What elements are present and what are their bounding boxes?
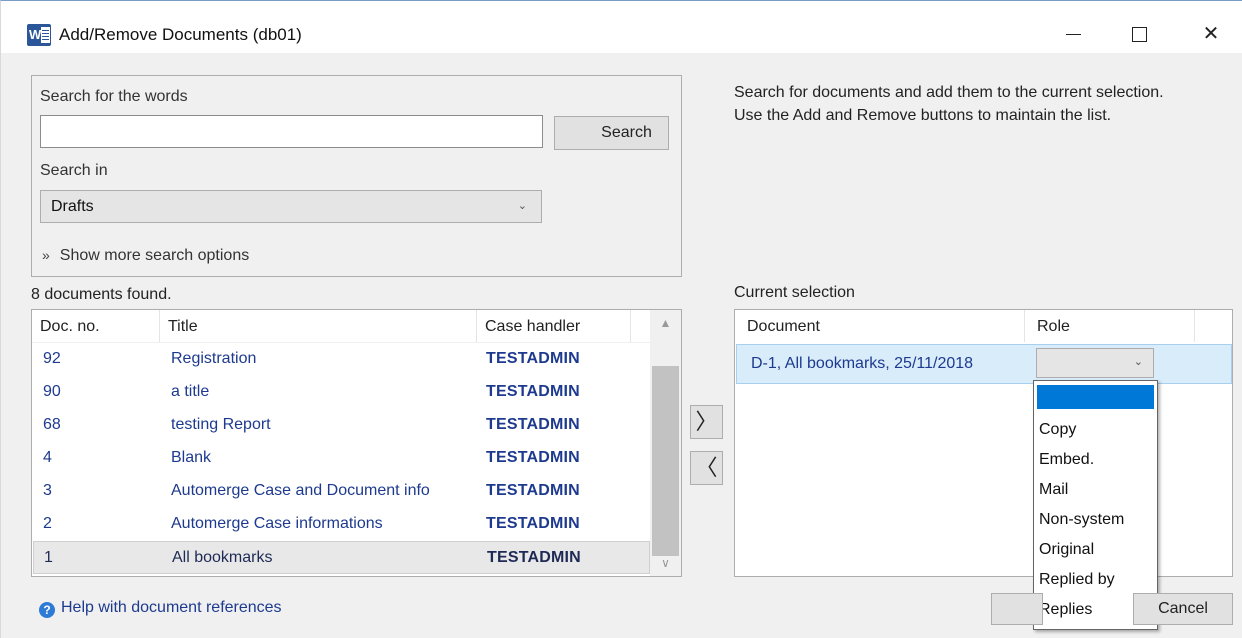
add-button[interactable]: 〉 xyxy=(690,405,723,439)
cancel-button[interactable]: Cancel xyxy=(1133,593,1233,625)
cell-title: Blank xyxy=(171,449,212,466)
search-panel: Search for the words Search Search in Dr… xyxy=(31,75,682,277)
current-selection-list[interactable]: Document Role D-1, All bookmarks, 25/11/… xyxy=(734,309,1233,577)
cell-doc-no: 1 xyxy=(44,549,53,566)
minimize-icon xyxy=(1065,34,1081,36)
search-words-label: Search for the words xyxy=(40,88,188,105)
remove-button[interactable]: 〈 xyxy=(690,451,723,485)
cell-case-handler: TESTADMIN xyxy=(486,515,580,532)
scrollbar-thumb[interactable] xyxy=(652,366,679,556)
instructions-text: Search for documents and add them to the… xyxy=(734,81,1164,127)
maximize-icon xyxy=(1131,27,1147,43)
role-option-non-system[interactable]: Non-system xyxy=(1037,505,1154,535)
cell-doc-no: 4 xyxy=(43,449,52,466)
cell-title: All bookmarks xyxy=(172,549,273,566)
cell-case-handler: TESTADMIN xyxy=(486,383,580,400)
cell-title: Registration xyxy=(171,350,257,367)
search-in-label: Search in xyxy=(40,162,108,179)
show-more-options-link[interactable]: » Show more search options xyxy=(42,247,249,265)
close-button[interactable]: ✕ xyxy=(1191,19,1231,49)
search-input[interactable] xyxy=(40,115,543,148)
instructions-line-2: Use the Add and Remove buttons to mainta… xyxy=(734,107,1112,124)
show-more-options-label: Show more search options xyxy=(59,247,250,264)
close-icon: ✕ xyxy=(1202,23,1220,45)
scroll-up-icon[interactable]: ▲ xyxy=(650,316,681,330)
help-icon: ? xyxy=(39,602,55,618)
window-title: Add/Remove Documents (db01) xyxy=(59,25,302,44)
role-option-replied-by[interactable]: Replied by xyxy=(1037,565,1154,595)
documents-list[interactable]: Doc. no. Title Case handler 92 Registrat… xyxy=(31,309,682,577)
search-in-select[interactable]: Drafts ⌄ xyxy=(40,190,542,223)
table-row[interactable]: 90 a title TESTADMIN xyxy=(33,376,650,409)
search-in-value: Drafts xyxy=(51,198,94,215)
column-header-case-handler[interactable]: Case handler xyxy=(477,310,631,342)
cell-title: testing Report xyxy=(171,416,271,433)
selection-row[interactable]: D-1, All bookmarks, 25/11/2018 ⌄ xyxy=(736,344,1232,384)
cell-case-handler: TESTADMIN xyxy=(486,416,580,433)
cell-title: Automerge Case informations xyxy=(171,515,383,532)
cell-case-handler: TESTADMIN xyxy=(486,482,580,499)
cell-title: a title xyxy=(171,383,210,400)
chevron-down-icon: ⌄ xyxy=(1133,356,1143,368)
cell-doc-no: 92 xyxy=(43,350,61,367)
table-row[interactable]: 92 Registration TESTADMIN xyxy=(33,343,650,376)
role-option-embed[interactable]: Embed. xyxy=(1037,445,1154,475)
role-option-blank[interactable] xyxy=(1037,385,1154,409)
cell-doc-no: 2 xyxy=(43,515,52,532)
table-row[interactable]: 2 Automerge Case informations TESTADMIN xyxy=(33,508,650,541)
table-row-selected[interactable]: 1 All bookmarks TESTADMIN xyxy=(33,541,650,574)
vertical-scrollbar[interactable]: ▲ ∨ xyxy=(650,310,681,576)
cell-doc-no: 90 xyxy=(43,383,61,400)
role-option-original[interactable]: Original xyxy=(1037,535,1154,565)
results-count: 8 documents found. xyxy=(31,286,172,303)
maximize-button[interactable] xyxy=(1119,19,1159,49)
instructions-line-1: Search for documents and add them to the… xyxy=(734,84,1164,101)
column-header-title[interactable]: Title xyxy=(160,310,477,342)
current-selection-label: Current selection xyxy=(734,284,855,301)
column-header-role[interactable]: Role xyxy=(1025,310,1195,342)
cell-case-handler: TESTADMIN xyxy=(486,449,580,466)
double-chevron-down-icon: » xyxy=(42,247,50,263)
column-header-document[interactable]: Document xyxy=(735,310,1025,342)
help-link[interactable]: ? Help with document references xyxy=(39,599,282,618)
title-bar: W Add/Remove Documents (db01) ✕ xyxy=(1,1,1242,53)
search-button[interactable]: Search xyxy=(554,116,669,150)
role-select[interactable]: ⌄ xyxy=(1036,348,1154,378)
cell-title: Automerge Case and Document info xyxy=(171,482,430,499)
selection-document-cell: D-1, All bookmarks, 25/11/2018 xyxy=(751,355,974,372)
cell-doc-no: 3 xyxy=(43,482,52,499)
table-row[interactable]: 4 Blank TESTADMIN xyxy=(33,442,650,475)
dialog-window: W Add/Remove Documents (db01) ✕ Search f… xyxy=(0,0,1242,638)
ok-button[interactable] xyxy=(991,593,1043,625)
help-link-label: Help with document references xyxy=(61,599,282,616)
cell-case-handler: TESTADMIN xyxy=(487,549,581,566)
role-option-mail[interactable]: Mail xyxy=(1037,475,1154,505)
table-row[interactable]: 68 testing Report TESTADMIN xyxy=(33,409,650,442)
role-option-copy[interactable]: Copy xyxy=(1037,415,1154,445)
table-row[interactable]: 3 Automerge Case and Document info TESTA… xyxy=(33,475,650,508)
minimize-button[interactable] xyxy=(1053,19,1093,49)
column-header-doc-no[interactable]: Doc. no. xyxy=(32,310,160,342)
cell-case-handler: TESTADMIN xyxy=(486,350,580,367)
word-app-icon: W xyxy=(27,24,51,46)
cell-doc-no: 68 xyxy=(43,416,61,433)
scroll-down-icon[interactable]: ∨ xyxy=(650,556,681,570)
chevron-down-icon: ⌄ xyxy=(517,200,527,212)
